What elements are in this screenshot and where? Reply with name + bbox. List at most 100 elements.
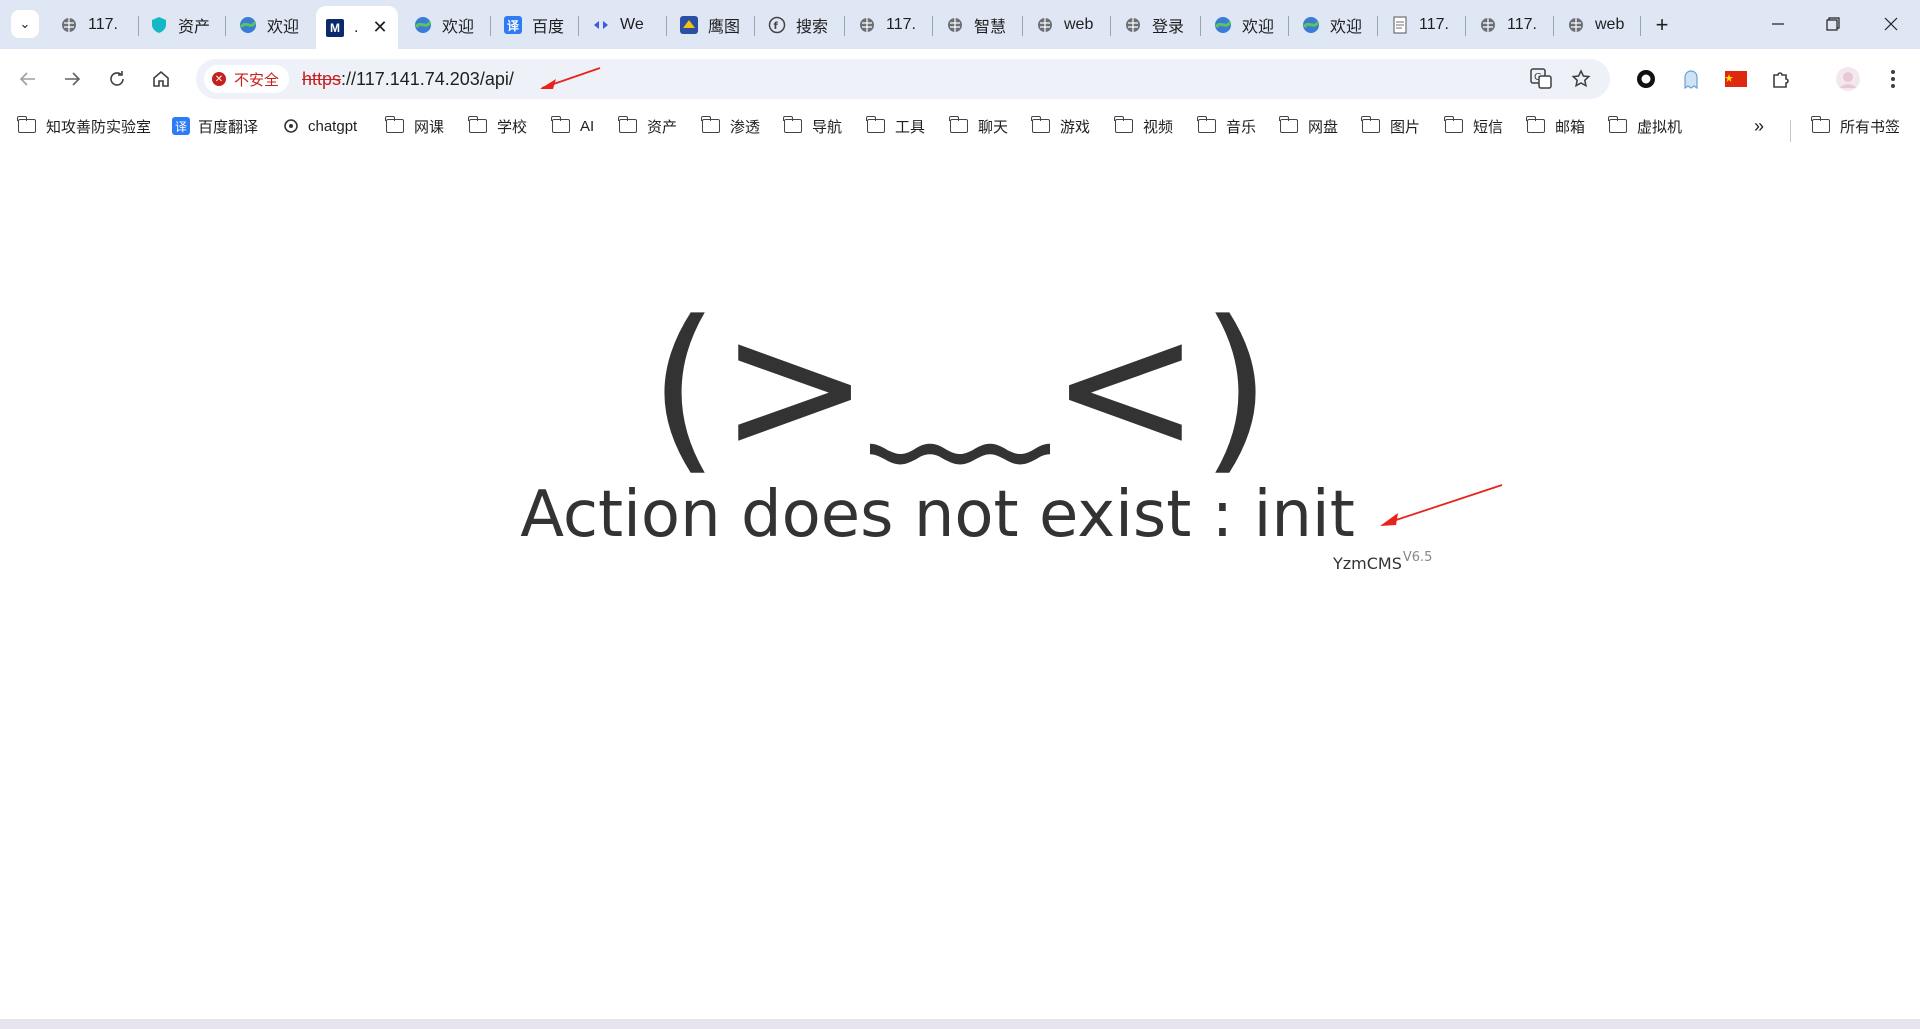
tab-divider [138,16,139,36]
tab-divider [666,16,667,36]
bookmarks-overflow-button[interactable]: » [1754,114,1764,138]
tab[interactable]: 117. [1479,9,1537,41]
bookmark-folder[interactable]: 网盘 [1279,114,1338,138]
bookmark-label: 学校 [497,118,528,136]
extension-record-icon[interactable] [1631,64,1661,94]
close-window-button[interactable] [1871,10,1911,38]
all-bookmarks-folder[interactable]: 所有书签 [1811,114,1900,138]
folder-icon [1811,116,1830,133]
bookmark-folder[interactable]: 游戏 [1031,114,1090,138]
bookmark-folder[interactable]: 视频 [1114,114,1173,138]
bookmark-folder[interactable]: 邮箱 [1526,114,1586,138]
tab-active[interactable]: M . ✕ [316,6,398,49]
restore-button[interactable] [1813,10,1853,38]
tab-divider [490,16,491,36]
tab-title: 欢迎 [442,19,475,36]
tab-search-button[interactable]: ⌄ [11,10,39,38]
bookmark-folder[interactable]: 学校 [468,114,528,138]
svg-text:f: f [774,21,779,32]
folder-icon [385,116,404,133]
arrow-right-icon [65,72,81,86]
tab[interactable]: 译 百度 [504,9,564,41]
tab-divider [844,16,845,36]
folder-icon [1114,116,1133,133]
url-protocol: https [302,69,342,89]
tab-divider [1465,16,1466,36]
eagle-icon [680,16,698,34]
tab[interactable]: 117. [60,9,118,41]
tab-divider [1640,16,1641,36]
bookmark-folder[interactable]: AI [551,114,594,138]
error-emoticon: (>﹏<) [648,283,1272,492]
url-host-path: ://117.141.74.203/api/ [341,69,514,89]
brand-name: YzmCMS [1333,554,1402,573]
tab[interactable]: 117. [1391,9,1449,41]
bookmark-folder[interactable]: 图片 [1361,114,1420,138]
minimize-button[interactable] [1758,10,1798,38]
double-chevron-right-icon: » [1754,115,1765,136]
bookmark-folder[interactable]: 虚拟机 [1608,114,1683,138]
bookmark-star-icon[interactable] [1570,68,1592,90]
translate-page-icon[interactable]: G [1530,68,1552,90]
tab-title: 鹰图 [708,19,741,36]
bookmark-label: 短信 [1473,118,1504,136]
bookmark-folder[interactable]: 工具 [866,114,925,138]
globe-icon [858,16,876,34]
tab[interactable]: 欢迎 [239,9,299,41]
tab[interactable]: 欢迎 [1302,9,1362,41]
tab[interactable]: 欢迎 [1214,9,1274,41]
tab[interactable]: f 搜索 [768,9,828,41]
bookmark-folder[interactable]: 音乐 [1197,114,1257,138]
bookmark-label: 渗透 [730,118,761,136]
tab[interactable]: 智慧 [946,9,1006,41]
address-bar[interactable]: ✕ 不安全 https://117.141.74.203/api/ G [196,59,1610,99]
bookmark-label: 虚拟机 [1637,118,1683,136]
tab[interactable]: web [1036,9,1093,41]
bookmark-folder[interactable]: 导航 [783,114,842,138]
bookmark-folder[interactable]: 网课 [385,114,444,138]
security-label: 不安全 [234,71,280,89]
globe-leaf-icon [1214,16,1232,34]
bookmark-item[interactable]: chatgpt [282,114,357,138]
bookmark-folder[interactable]: 渗透 [701,114,761,138]
tab-title: web [1595,16,1625,33]
bookmark-folder[interactable]: 知攻善防实验室 [17,114,151,138]
globe-icon [946,16,964,34]
profile-avatar[interactable] [1833,64,1863,94]
security-indicator[interactable]: ✕ 不安全 [204,65,290,93]
bookmark-label: 资产 [647,118,678,136]
bookmark-folder[interactable]: 聊天 [949,114,1008,138]
back-button[interactable] [13,64,43,94]
forward-button[interactable] [57,64,87,94]
bookmark-folder[interactable]: 短信 [1444,114,1504,138]
tab-title: 117. [886,16,916,33]
globe-icon [1479,16,1497,34]
extensions-puzzle-icon[interactable] [1766,64,1796,94]
tab-divider [225,16,226,36]
folder-icon [949,116,968,133]
new-tab-button[interactable]: + [1648,11,1676,39]
tab[interactable]: web [1567,9,1624,41]
globe-leaf-icon [1302,16,1320,34]
folder-icon [1608,116,1627,133]
reload-button[interactable] [102,64,132,94]
bookmark-label: 音乐 [1226,118,1257,136]
tab[interactable]: We [592,9,644,41]
extension-ghost-icon[interactable] [1676,64,1706,94]
url-text[interactable]: https://117.141.74.203/api/ [302,69,514,90]
home-button[interactable] [146,64,176,94]
bookmark-folder[interactable]: 资产 [618,114,678,138]
tab[interactable]: 资产 [150,9,210,41]
bookmark-item[interactable]: 译百度翻译 [172,114,258,138]
bookmark-label: 邮箱 [1555,118,1586,136]
folder-icon [468,116,487,133]
extension-flag-icon[interactable] [1721,64,1751,94]
tab-divider [1110,16,1111,36]
tab[interactable]: 鹰图 [680,9,740,41]
close-icon[interactable]: ✕ [372,17,387,38]
tab[interactable]: 117. [858,9,916,41]
more-menu-icon[interactable] [1878,64,1908,94]
tab[interactable]: 登录 [1124,9,1184,41]
tab[interactable]: 欢迎 [414,9,474,41]
folder-icon [17,116,36,133]
